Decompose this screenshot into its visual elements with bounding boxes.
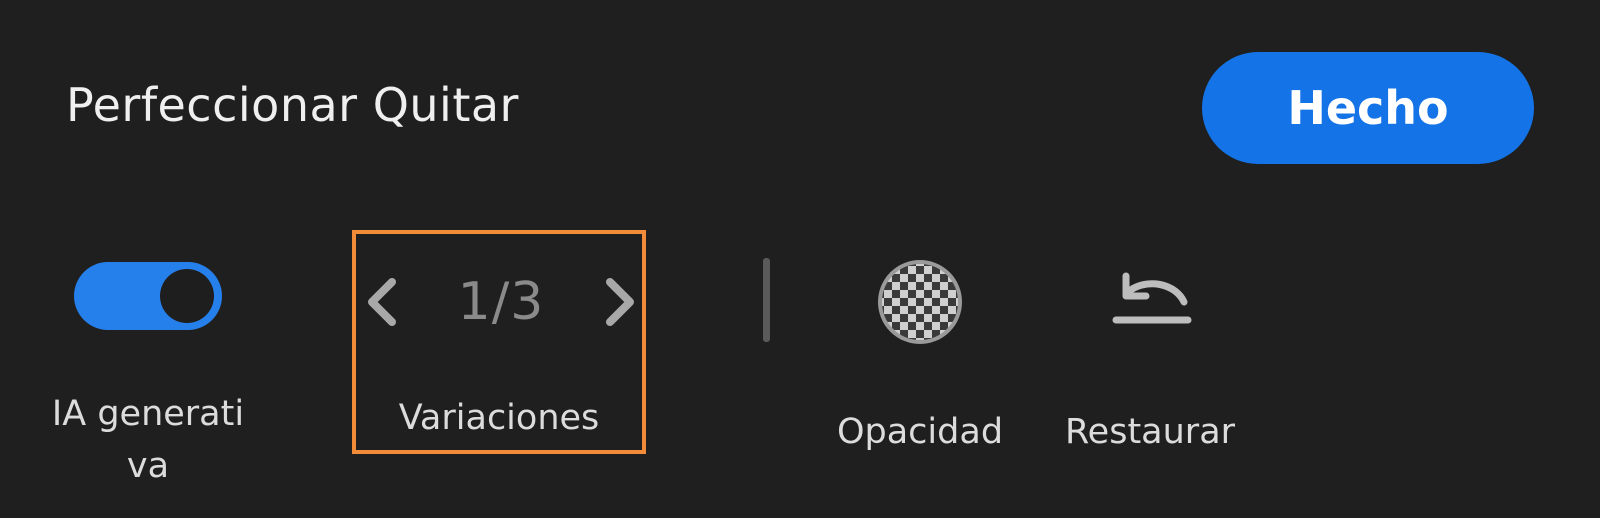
refine-remove-panel: Perfeccionar Quitar Hecho IA generati va… (0, 0, 1600, 518)
chevron-right-icon (606, 278, 634, 326)
generative-ai-label: IA generati va (51, 394, 245, 486)
restore-tool[interactable]: Restaurar (1045, 258, 1255, 458)
opacity-label: Opacidad (836, 412, 1004, 452)
variations-label: Variaciones (398, 398, 600, 438)
variation-counter: 1/3 (457, 272, 545, 332)
toolbar-divider (763, 258, 770, 342)
variation-next-button[interactable] (594, 272, 646, 332)
generative-ai-toggle[interactable] (74, 262, 222, 330)
opacity-tool[interactable]: Opacidad (815, 258, 1025, 458)
done-button[interactable]: Hecho (1202, 52, 1534, 164)
checkerboard-icon (878, 260, 962, 344)
toggle-knob (160, 269, 214, 323)
undo-restore-icon (1112, 272, 1192, 324)
variation-prev-button[interactable] (356, 272, 408, 332)
restore-label: Restaurar (1064, 412, 1236, 452)
chevron-left-icon (368, 278, 396, 326)
variations-stepper: 1/3 (356, 262, 646, 342)
generative-ai-tool: IA generati va (38, 262, 258, 492)
panel-title: Perfeccionar Quitar (66, 78, 519, 132)
